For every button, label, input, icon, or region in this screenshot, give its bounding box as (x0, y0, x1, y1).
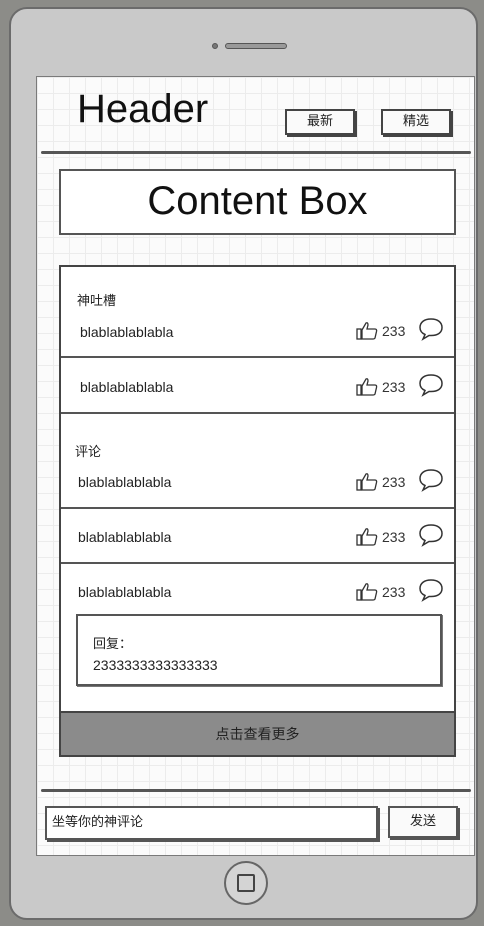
header-divider (41, 151, 471, 154)
home-button[interactable] (224, 861, 268, 905)
reply-text: 2333333333333333 (93, 657, 218, 673)
header-title: Header (77, 87, 209, 131)
comment-text: blablablablabla (80, 379, 174, 395)
speech-bubble-icon[interactable] (418, 373, 444, 397)
comment-text: blablablablabla (80, 324, 174, 340)
thumbs-up-icon (356, 583, 378, 601)
thumbs-up-icon (356, 378, 378, 396)
thumbs-up-icon (356, 322, 378, 340)
comment-input[interactable]: 坐等你的神评论 (45, 806, 378, 840)
like-count: 233 (382, 323, 406, 339)
divider (61, 562, 454, 564)
reply-box: 回复： 2333333333333333 (76, 614, 442, 686)
comment-text: blablablablabla (78, 529, 172, 545)
like-button[interactable]: 233 (356, 527, 405, 547)
comments-panel: 神吐槽 blablablablabla 233 blablablablabla … (59, 265, 456, 757)
load-more-button[interactable]: 点击查看更多 (61, 711, 454, 755)
speaker-grille (225, 43, 287, 49)
screen: Header 最新 精选 Content Box 神吐槽 blablablabl… (36, 76, 475, 856)
tab-latest[interactable]: 最新 (285, 109, 355, 135)
like-count: 233 (382, 584, 406, 600)
speech-bubble-icon[interactable] (418, 523, 444, 547)
like-count: 233 (382, 474, 406, 490)
front-camera-icon (212, 43, 218, 49)
speech-bubble-icon[interactable] (418, 468, 444, 492)
tab-featured[interactable]: 精选 (381, 109, 451, 135)
speech-bubble-icon[interactable] (418, 317, 444, 341)
content-box: Content Box (59, 169, 456, 235)
divider (61, 412, 454, 414)
divider (61, 507, 454, 509)
reply-label: 回复： (93, 637, 133, 652)
hot-comments-label: 神吐槽 (77, 294, 117, 309)
thumbs-up-icon (356, 473, 378, 491)
comments-label: 评论 (75, 445, 102, 460)
divider (61, 356, 454, 358)
footer-divider (41, 789, 471, 792)
like-button[interactable]: 233 (356, 582, 405, 602)
like-button[interactable]: 233 (356, 321, 405, 341)
send-button[interactable]: 发送 (388, 806, 458, 838)
comment-text: blablablablabla (78, 474, 172, 490)
like-count: 233 (382, 379, 406, 395)
speech-bubble-icon[interactable] (418, 578, 444, 602)
like-button[interactable]: 233 (356, 472, 405, 492)
like-count: 233 (382, 529, 406, 545)
like-button[interactable]: 233 (356, 377, 405, 397)
comment-text: blablablablabla (78, 584, 172, 600)
thumbs-up-icon (356, 528, 378, 546)
phone-frame: Header 最新 精选 Content Box 神吐槽 blablablabl… (9, 7, 478, 920)
home-button-square-icon (237, 874, 255, 892)
